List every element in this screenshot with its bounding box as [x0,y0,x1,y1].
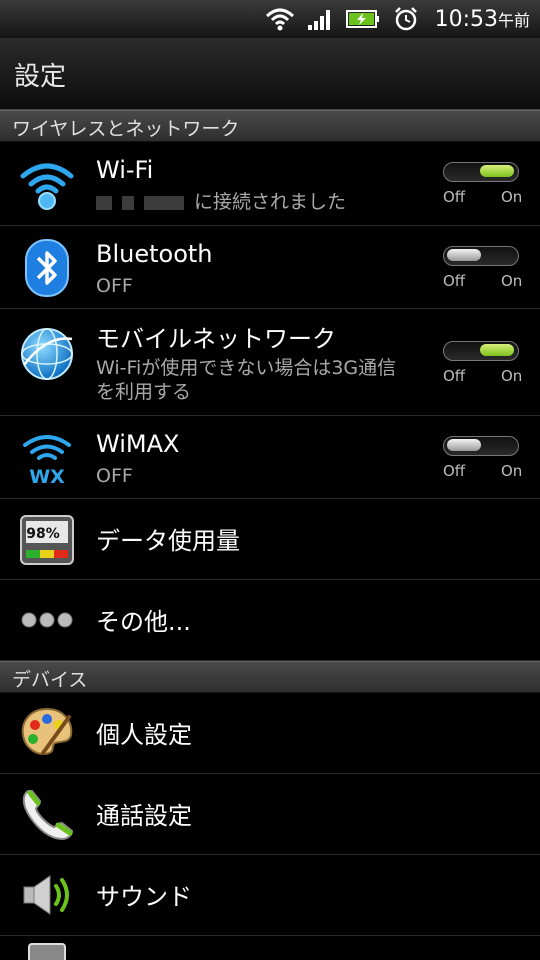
settings-row-bluetooth[interactable]: Bluetooth OFF Off On [0,226,540,309]
page-title: 設定 [14,62,67,92]
settings-row-wifi[interactable]: Wi-Fi に接続されました Off On [0,142,540,226]
status-bar: 10:53午前 [0,0,540,38]
signal-icon [305,6,335,32]
personalize-label: 個人設定 [96,721,192,749]
wifi-toggle[interactable]: Off On [443,162,523,208]
section-label: ワイヤレスとネットワーク [12,118,240,140]
toggle-on-label: On [501,188,523,206]
clock: 10:53午前 [435,7,530,32]
speaker-icon [16,864,78,926]
battery-charging-icon [345,6,381,32]
wimax-label: WiMAX [96,430,180,458]
clock-ampm: 午前 [497,10,530,30]
mobile-network-desc-line2: を利用する [96,381,192,403]
section-header-wireless: ワイヤレスとネットワーク [0,110,540,142]
wifi-icon [265,6,295,32]
toggle-knob [480,344,514,356]
toggle-knob [480,165,514,177]
palette-icon [16,702,78,764]
toggle-off-label: Off [443,188,466,206]
wifi-label: Wi-Fi [96,156,154,184]
clock-time: 10:53 [434,6,498,32]
more-label: その他... [96,608,191,636]
display-icon [16,942,78,960]
wimax-icon: WX [16,426,78,488]
mobile-network-toggle[interactable]: Off On [443,341,523,387]
settings-row-wimax[interactable]: WX WiMAX OFF Off On [0,416,540,499]
settings-row-sound[interactable]: サウンド [0,855,540,936]
wimax-status: OFF [96,465,133,487]
section-label: デバイス [12,669,88,691]
section-header-device: デバイス [0,661,540,693]
more-dots-icon [16,589,78,651]
toggle-on-label: On [501,462,523,480]
data-usage-meter-icon: 98% [16,508,78,570]
wifi-icon [16,153,78,215]
title-bar: 設定 [0,38,540,110]
toggle-knob [447,249,481,261]
globe-icon [16,323,78,385]
call-settings-label: 通話設定 [96,802,192,830]
toggle-off-label: Off [443,462,466,480]
bluetooth-label: Bluetooth [96,240,213,268]
phone-icon [16,783,78,845]
wimax-icon-text: WX [29,466,65,487]
settings-row-call[interactable]: 通話設定 [0,774,540,855]
settings-row-more[interactable]: その他... [0,580,540,661]
toggle-knob [447,439,481,451]
toggle-off-label: Off [443,272,466,290]
toggle-off-label: Off [443,367,466,385]
mobile-network-desc-line1: Wi-Fiが使用できない場合は3G通信 [96,357,397,379]
settings-row-mobile-network[interactable]: モバイルネットワーク Wi-Fiが使用できない場合は3G通信 を利用する Off… [0,309,540,416]
toggle-on-label: On [501,367,523,385]
settings-row-next[interactable] [0,936,540,960]
data-usage-icon-text: 98% [26,526,60,542]
bluetooth-icon [16,237,78,299]
alarm-icon [391,6,421,32]
sound-label: サウンド [96,883,192,911]
wimax-toggle[interactable]: Off On [443,436,523,482]
mobile-network-label: モバイルネットワーク [96,325,336,353]
bluetooth-status: OFF [96,275,133,297]
toggle-on-label: On [501,272,523,290]
settings-row-personalize[interactable]: 個人設定 [0,693,540,774]
bluetooth-toggle[interactable]: Off On [443,246,523,292]
data-usage-label: データ使用量 [96,527,240,555]
wifi-status-text: に接続されました [194,191,347,213]
wifi-status: に接続されました [96,190,346,214]
settings-row-data-usage[interactable]: 98% データ使用量 [0,499,540,580]
